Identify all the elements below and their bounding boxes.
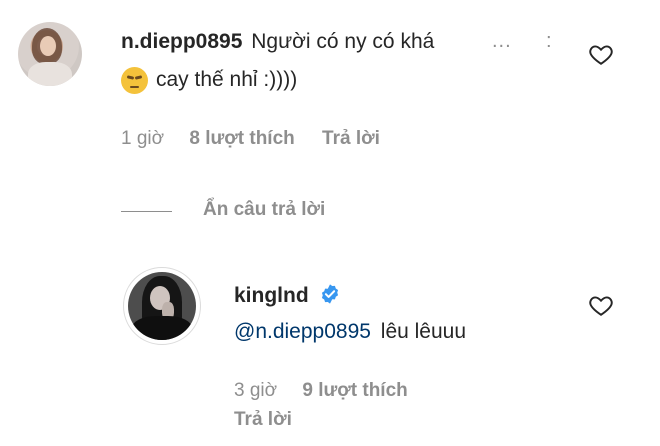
comment-text: Người có ny có khá (251, 30, 435, 53)
hide-replies-button[interactable]: Ẩn câu trả lời (203, 199, 325, 221)
reply-likes[interactable]: 9 lượt thích (302, 380, 407, 401)
reply-username[interactable]: kinglnd (234, 284, 309, 307)
reply-mention-link[interactable]: @n.diepp0895 (234, 320, 371, 343)
comment-username[interactable]: n.diepp0895 (121, 30, 242, 53)
verified-badge-icon (321, 284, 338, 304)
comment-line-2: cay thế nhỉ :)))) (121, 67, 297, 94)
comment-likes[interactable]: 8 lượt thích (189, 128, 294, 149)
heart-icon[interactable] (588, 292, 614, 318)
divider-line (121, 211, 172, 212)
comment-text-continued: cay thế nhỉ :)))) (156, 68, 298, 92)
comment-time[interactable]: 1 giờ (121, 128, 164, 149)
reply-avatar[interactable] (128, 272, 196, 340)
more-options-button[interactable]: ... (492, 30, 512, 53)
more-colon: : (546, 30, 553, 52)
reply-time[interactable]: 3 giờ (234, 380, 277, 401)
reply-meta: 3 giờ 9 lượt thích (234, 380, 408, 402)
comment-reply-button[interactable]: Trả lời (322, 128, 380, 149)
reply-text: lêu lêuuu (380, 320, 467, 343)
comment-line-1: n.diepp0895 Người có ny có khá (121, 30, 434, 54)
reply-header: kinglnd (234, 283, 341, 308)
avatar[interactable] (18, 22, 82, 86)
reply-body: @n.diepp0895 lêu lêuuu (234, 320, 466, 344)
reply-reply-button[interactable]: Trả lời (234, 409, 292, 431)
unamused-face-icon (121, 67, 148, 94)
heart-icon[interactable] (588, 41, 614, 67)
comment-meta: 1 giờ 8 lượt thích Trả lời (121, 128, 380, 150)
